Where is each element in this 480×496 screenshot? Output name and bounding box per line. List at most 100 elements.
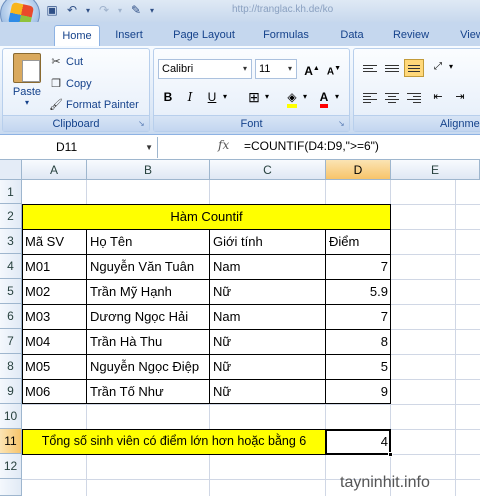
redo-dropdown-icon[interactable]: ▾ xyxy=(116,2,124,18)
format-painter-icon[interactable]: ✎ xyxy=(128,2,144,18)
column-header-b[interactable]: B xyxy=(87,160,210,180)
font-color-button[interactable]: A xyxy=(314,87,334,108)
borders-button[interactable]: ⊞ xyxy=(244,87,264,107)
table-cell[interactable]: M03 xyxy=(22,309,50,324)
shrink-font-button[interactable]: A▼ xyxy=(324,59,344,79)
row-header-10[interactable]: 10 xyxy=(0,404,22,429)
clipboard-group: Paste ▾ ✂ Cut ❐ Copy 🖌 Format Painter Cl… xyxy=(2,48,150,132)
table-cell[interactable]: Nữ xyxy=(210,334,231,349)
table-cell[interactable]: Trần Tố Như xyxy=(87,384,164,399)
tab-data[interactable]: Data xyxy=(334,25,370,46)
table-cell[interactable]: 7 xyxy=(326,259,391,274)
table-cell[interactable]: 7 xyxy=(326,309,391,324)
fill-handle[interactable] xyxy=(388,452,393,457)
undo-dropdown-icon[interactable]: ▾ xyxy=(84,2,92,18)
font-color-dropdown-icon[interactable]: ▾ xyxy=(332,87,342,107)
dialog-launcher-icon[interactable]: ↘ xyxy=(338,120,346,128)
save-icon[interactable]: ▣ xyxy=(44,2,60,18)
row-header-4[interactable]: 4 xyxy=(0,254,22,279)
underline-button[interactable]: U xyxy=(202,87,222,107)
column-header-e[interactable]: E xyxy=(391,160,480,180)
align-top-button[interactable] xyxy=(360,59,380,77)
table-cell[interactable]: Nguyễn Văn Tuân xyxy=(87,259,194,274)
copy-button[interactable]: ❐ Copy xyxy=(49,77,92,91)
select-all-corner[interactable] xyxy=(0,160,22,180)
align-middle-button[interactable] xyxy=(382,59,402,77)
bold-button[interactable]: B xyxy=(158,87,178,107)
row-header-11[interactable]: 11 xyxy=(0,429,22,454)
tab-review[interactable]: Review xyxy=(388,25,434,46)
table-cell[interactable]: Nữ xyxy=(210,284,231,299)
name-box-value: D11 xyxy=(56,140,78,154)
undo-icon[interactable]: ↶ xyxy=(64,2,80,18)
align-center-button[interactable] xyxy=(382,89,402,107)
decrease-indent-button[interactable]: ⇤ xyxy=(428,87,448,107)
dialog-launcher-icon[interactable]: ↘ xyxy=(138,120,146,128)
row-header-5[interactable]: 5 xyxy=(0,279,22,304)
paste-button[interactable]: Paste ▾ xyxy=(9,53,45,107)
table-cell[interactable]: Trần Hà Thu xyxy=(87,334,162,349)
table-cell[interactable]: Nguyễn Ngọc Điệp xyxy=(87,359,199,374)
table-cell[interactable]: M01 xyxy=(22,259,50,274)
column-header-d[interactable]: D xyxy=(326,160,391,180)
table-cell[interactable]: 5 xyxy=(326,359,391,374)
row-header-7[interactable]: 7 xyxy=(0,329,22,354)
tab-home[interactable]: Home xyxy=(54,25,100,46)
grow-font-button[interactable]: A▲ xyxy=(302,59,322,79)
row-header-1[interactable]: 1 xyxy=(0,180,22,204)
insert-function-icon[interactable]: fx xyxy=(218,138,229,152)
fill-color-dropdown-icon[interactable]: ▾ xyxy=(300,87,310,107)
row-header-9[interactable]: 9 xyxy=(0,379,22,404)
cut-button[interactable]: ✂ Cut xyxy=(49,55,83,69)
table-cell[interactable]: M06 xyxy=(22,384,50,399)
underline-dropdown-icon[interactable]: ▾ xyxy=(220,87,230,107)
table-cell[interactable]: 8 xyxy=(326,334,391,349)
column-header-c[interactable]: C xyxy=(210,160,326,180)
table-cell[interactable]: Nam xyxy=(210,309,240,324)
font-name-select[interactable]: Calibri ▾ xyxy=(158,59,252,79)
row-header-3[interactable]: 3 xyxy=(0,229,22,254)
align-right-button[interactable] xyxy=(404,89,424,107)
row-header-2[interactable]: 2 xyxy=(0,204,22,229)
table-cell[interactable]: 9 xyxy=(326,384,391,399)
table-cell[interactable]: Dương Ngọc Hải xyxy=(87,309,188,324)
row-header-12[interactable]: 12 xyxy=(0,454,22,479)
font-size-select[interactable]: 11 ▾ xyxy=(255,59,297,79)
tab-page-layout[interactable]: Page Layout xyxy=(168,25,240,46)
row-header-13[interactable] xyxy=(0,479,22,496)
tab-view[interactable]: View xyxy=(452,25,480,46)
formula-input[interactable]: =COUNTIF(D4:D9,">=6") xyxy=(244,139,379,153)
paste-dropdown-icon[interactable]: ▾ xyxy=(9,98,45,107)
orientation-button[interactable]: ⤢ xyxy=(428,57,448,77)
customize-qat-icon[interactable]: ▾ xyxy=(148,2,156,18)
name-box[interactable]: D11 ▼ xyxy=(0,137,158,158)
align-left-button[interactable] xyxy=(360,89,380,107)
table-cell[interactable]: Nam xyxy=(210,259,240,274)
table-cell[interactable]: 5.9 xyxy=(326,284,391,299)
increase-indent-button[interactable]: ⇥ xyxy=(450,87,470,107)
row-header-6[interactable]: 6 xyxy=(0,304,22,329)
table-cell[interactable]: M05 xyxy=(22,359,50,374)
table-cell[interactable]: Nữ xyxy=(210,359,231,374)
fill-color-button[interactable]: ◈ xyxy=(282,87,302,108)
column-header-a[interactable]: A xyxy=(22,160,87,180)
header-cell-ma-sv[interactable]: Mã SV xyxy=(22,234,64,249)
tab-insert[interactable]: Insert xyxy=(108,25,150,46)
format-painter-button[interactable]: 🖌 Format Painter xyxy=(49,98,139,112)
align-bottom-button[interactable] xyxy=(404,59,424,77)
table-cell[interactable]: Nữ xyxy=(210,384,231,399)
redo-icon[interactable]: ↷ xyxy=(96,2,112,18)
header-cell-ho-ten[interactable]: Họ Tên xyxy=(87,234,132,249)
chevron-down-icon: ▾ xyxy=(287,64,292,73)
borders-dropdown-icon[interactable]: ▾ xyxy=(262,87,272,107)
orientation-dropdown-icon[interactable]: ▾ xyxy=(446,57,456,77)
header-cell-diem[interactable]: Điểm xyxy=(326,234,359,249)
tab-formulas[interactable]: Formulas xyxy=(258,25,314,46)
italic-button[interactable]: I xyxy=(180,87,200,107)
row-header-8[interactable]: 8 xyxy=(0,354,22,379)
header-cell-gioi-tinh[interactable]: Giới tính xyxy=(210,234,263,249)
table-cell[interactable]: Trần Mỹ Hạnh xyxy=(87,284,172,299)
table-cell[interactable]: M04 xyxy=(22,334,50,349)
summary-value-cell[interactable]: 4 xyxy=(326,434,391,449)
table-cell[interactable]: M02 xyxy=(22,284,50,299)
